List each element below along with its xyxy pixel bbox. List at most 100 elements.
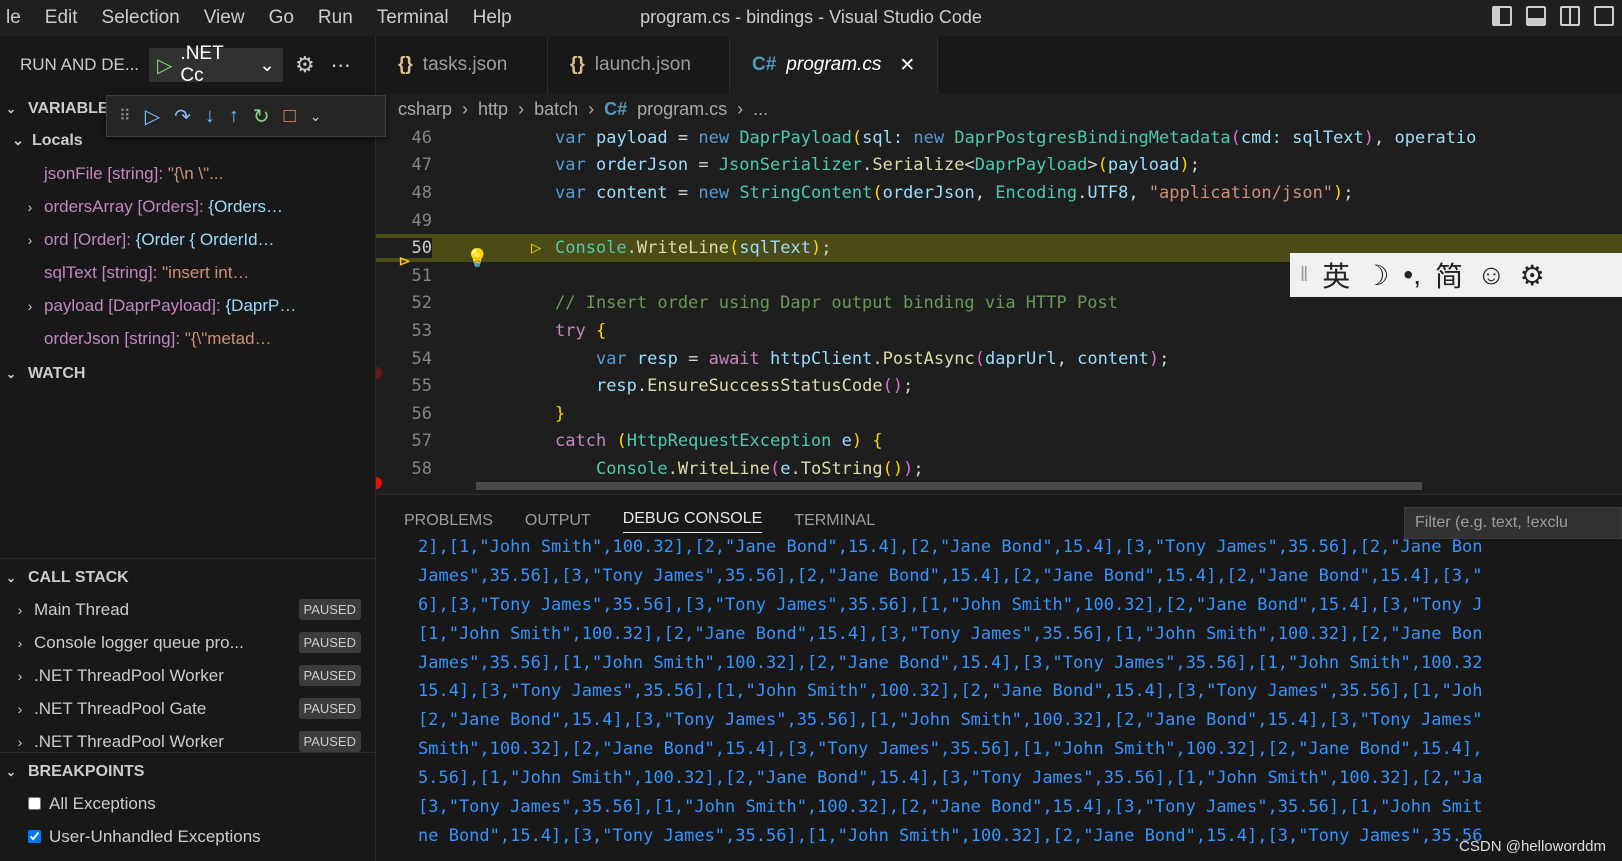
tab-debug-console[interactable]: DEBUG CONSOLE xyxy=(622,510,763,533)
tab-label: program.cs xyxy=(786,54,882,75)
breakpoint-all-exceptions[interactable]: All Exceptions xyxy=(0,787,375,820)
tab-program-cs[interactable]: C# program.cs ✕ xyxy=(730,36,939,94)
tab-launch-json[interactable]: {} launch.json xyxy=(548,36,730,94)
token: content xyxy=(595,182,668,203)
menu-run[interactable]: Run xyxy=(306,7,365,29)
more-actions-icon[interactable]: ⋯ xyxy=(331,53,351,78)
continue-icon[interactable]: ▷ xyxy=(145,104,160,129)
line-number: 52 xyxy=(411,293,432,314)
drag-handle-icon[interactable]: ⠿ xyxy=(119,106,131,126)
watch-title: WATCH xyxy=(28,365,86,382)
variable-row[interactable]: jsonFile [string]: "{\n \"... xyxy=(0,157,375,190)
csharp-file-icon: C# xyxy=(604,98,628,119)
start-debugging-icon[interactable]: ▷ xyxy=(157,53,172,78)
toggle-secondary-sidebar-icon[interactable] xyxy=(1560,6,1580,26)
launch-config-select[interactable]: ▷ .NET Cc ⌄ xyxy=(149,43,284,86)
console-line: 2],[1,"John Smith",100.32],[2,"Jane Bond… xyxy=(418,537,1483,557)
breadcrumb-item[interactable]: program.cs xyxy=(637,99,727,120)
chevron-right-icon: › xyxy=(518,98,525,119)
call-stack-thread[interactable]: › .NET ThreadPool Gate PAUSED xyxy=(0,692,375,725)
breadcrumb-item[interactable]: http xyxy=(478,99,508,120)
call-stack-thread[interactable]: › .NET ThreadPool Worker PAUSED xyxy=(0,725,375,752)
token: payload xyxy=(595,127,668,148)
step-over-icon[interactable]: ↷ xyxy=(174,104,191,129)
tab-problems[interactable]: PROBLEMS xyxy=(404,512,493,530)
console-line: 15.4],[3,"Tony James",35.56],[1,"John Sm… xyxy=(418,681,1483,702)
watch-section-header[interactable]: ⌄ WATCH xyxy=(0,359,375,389)
status-badge: PAUSED xyxy=(298,632,361,653)
variable-value: "insert int… xyxy=(162,262,250,282)
breadcrumb-item[interactable]: ... xyxy=(753,99,768,120)
ime-drag-handle[interactable]: ‖ xyxy=(1300,264,1308,287)
call-stack-thread[interactable]: › Console logger queue pro... PAUSED xyxy=(0,626,375,659)
tab-tasks-json[interactable]: {} tasks.json xyxy=(376,36,548,94)
tab-terminal[interactable]: TERMINAL xyxy=(794,512,875,530)
horizontal-scrollbar[interactable] xyxy=(476,482,1422,490)
moon-icon[interactable]: ☽ xyxy=(1364,259,1389,292)
console-line: [1,"John Smith",100.32],[2,"Jane Bond",1… xyxy=(418,623,1483,644)
token: UTF8 xyxy=(1087,182,1129,203)
gear-icon[interactable]: ⚙ xyxy=(1520,259,1545,292)
ime-language-toggle[interactable]: 英 xyxy=(1322,255,1350,295)
token: e xyxy=(841,431,852,452)
ime-simplified-toggle[interactable]: 简 xyxy=(1435,255,1463,295)
variable-row[interactable]: sqlText [string]: "insert int… xyxy=(0,256,375,289)
toggle-panel-icon[interactable] xyxy=(1526,6,1546,26)
code-editor[interactable]: 46 var payload = new DaprPayload(sql: new… xyxy=(376,124,1622,494)
emoji-icon[interactable]: ☺ xyxy=(1477,259,1506,291)
console-line: [3,"Tony James",35.56],[1,"John Smith",1… xyxy=(418,797,1483,818)
breakpoint-user-unhandled[interactable]: User-Unhandled Exceptions xyxy=(0,820,375,853)
debug-console-output: 2],[1,"John Smith",100.32],[2,"Jane Bond… xyxy=(418,533,1622,851)
tab-label: tasks.json xyxy=(422,54,508,75)
variable-row[interactable]: › ordersArray [Orders]: {Orders… xyxy=(0,190,375,223)
chevron-down-icon[interactable]: ⌄ xyxy=(310,108,322,125)
call-stack-thread[interactable]: › Main Thread PAUSED xyxy=(0,593,375,626)
menu-edit[interactable]: Edit xyxy=(33,7,90,29)
all-exceptions-checkbox[interactable] xyxy=(28,797,41,810)
variable-row[interactable]: orderJson [string]: "{\"metad… xyxy=(0,322,375,355)
chevron-right-icon: › xyxy=(588,98,595,119)
variable-name: ordersArray xyxy=(44,196,133,216)
restart-icon[interactable]: ↻ xyxy=(253,104,270,129)
menu-file[interactable]: le xyxy=(0,7,33,29)
gear-icon[interactable]: ⚙ xyxy=(295,52,315,78)
user-unhandled-checkbox[interactable] xyxy=(28,830,41,843)
menu-terminal[interactable]: Terminal xyxy=(365,7,461,29)
token: Encoding xyxy=(995,182,1078,203)
menu-go[interactable]: Go xyxy=(257,7,306,29)
console-line: Smith",100.32],[2,"Jane Bond",15.4],[3,"… xyxy=(418,739,1483,760)
variable-name: payload xyxy=(44,295,104,315)
json-file-icon: {} xyxy=(570,54,585,75)
breadcrumb: csharp › http › batch › C# program.cs › ... xyxy=(376,94,1622,124)
chevron-right-icon: › xyxy=(17,733,23,750)
menu-selection[interactable]: Selection xyxy=(90,7,192,29)
chevron-right-icon: › xyxy=(17,667,23,684)
watermark: CSDN @helloworddm xyxy=(1459,838,1606,855)
line-number: 47 xyxy=(411,155,432,176)
line-number: 56 xyxy=(411,403,432,424)
call-stack-thread[interactable]: › .NET ThreadPool Worker PAUSED xyxy=(0,659,375,692)
breadcrumb-item[interactable]: batch xyxy=(534,99,578,120)
call-stack-section-header[interactable]: ⌄ CALL STACK xyxy=(0,563,375,593)
lightbulb-icon[interactable]: 💡 xyxy=(466,248,488,269)
token: new xyxy=(698,182,730,203)
breakpoints-section-header[interactable]: ⌄ BREAKPOINTS xyxy=(0,757,375,787)
variable-type: [Order]: xyxy=(73,229,131,249)
chevron-right-icon: › xyxy=(27,198,33,215)
breadcrumb-item[interactable]: csharp xyxy=(398,99,452,120)
variable-row[interactable]: › payload [DaprPayload]: {DaprP… xyxy=(0,289,375,322)
variable-row[interactable]: › ord [Order]: {Order { OrderId… xyxy=(0,223,375,256)
tab-output[interactable]: OUTPUT xyxy=(525,512,591,530)
toggle-primary-sidebar-icon[interactable] xyxy=(1492,6,1512,26)
stop-icon[interactable]: □ xyxy=(284,105,296,128)
step-into-icon[interactable]: ↓ xyxy=(205,105,215,128)
menu-view[interactable]: View xyxy=(192,7,257,29)
line-number: 55 xyxy=(411,376,432,397)
menu-help[interactable]: Help xyxy=(461,7,524,29)
close-icon[interactable]: ✕ xyxy=(899,54,915,77)
token: operatio xyxy=(1394,127,1477,148)
code-line: 55 resp. EnsureSuccessStatusCode(); xyxy=(376,372,1622,400)
customize-layout-icon[interactable] xyxy=(1594,6,1614,26)
step-out-icon[interactable]: ↑ xyxy=(229,105,239,128)
punctuation-icon[interactable]: •, xyxy=(1403,259,1421,291)
